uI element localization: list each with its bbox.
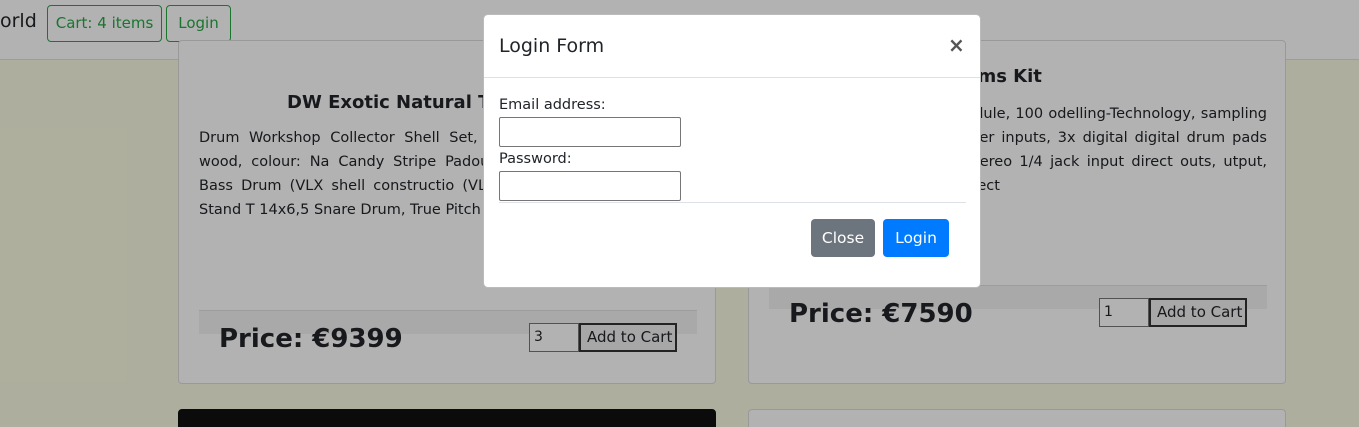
modal-header: Login Form ×: [484, 15, 980, 78]
login-modal: Login Form × Email address: Password: Cl…: [483, 14, 981, 288]
close-button[interactable]: Close: [811, 219, 875, 257]
modal-title: Login Form: [499, 35, 605, 57]
close-icon[interactable]: ×: [948, 33, 965, 57]
email-label: Email address:: [499, 97, 606, 113]
email-field[interactable]: [499, 117, 681, 147]
modal-divider: [499, 202, 966, 203]
password-field[interactable]: [499, 171, 681, 201]
login-button[interactable]: Login: [883, 219, 949, 257]
password-label: Password:: [499, 151, 572, 167]
